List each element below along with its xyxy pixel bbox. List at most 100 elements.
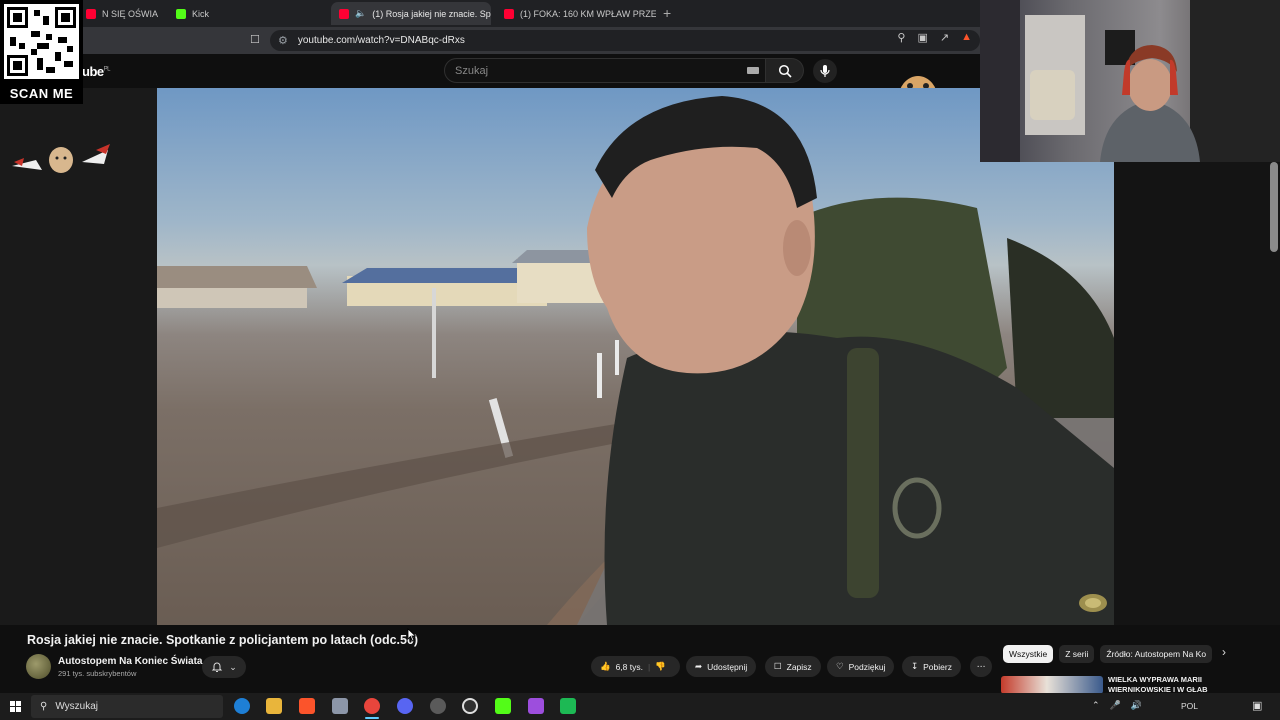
share-button[interactable]: ➦ Udostępnij (686, 656, 757, 677)
heart-dollar-icon: ♡ (836, 661, 844, 671)
active-app-indicator (365, 717, 379, 719)
kick-favicon-icon (176, 8, 186, 19)
tab-4-label: (1) FOKA: 160 KM WPŁAW PRZEZ BA (520, 8, 656, 19)
tab-4[interactable]: (1) FOKA: 160 KM WPŁAW PRZEZ BA (496, 2, 656, 25)
tab-1[interactable]: N SIĘ OŚWIADCZYŁ (78, 2, 158, 25)
webcam-frame (980, 0, 1280, 162)
url-text: youtube.com/watch?v=DNABqc-dRxs (297, 35, 465, 46)
tray-volume-icon[interactable]: 🔊 (1131, 700, 1142, 711)
channel-avatar[interactable] (26, 654, 51, 679)
chip-series[interactable]: Z serii (1059, 645, 1095, 663)
search-input[interactable]: Szukaj (444, 58, 766, 83)
download-button[interactable]: ↧ Pobierz (902, 656, 961, 677)
save-label: Zapisz (786, 661, 812, 672)
edge-icon[interactable] (234, 698, 250, 714)
youtube-favicon-icon (504, 8, 514, 19)
bookmark-icon[interactable]: ☐ (250, 33, 260, 46)
brave-shield-icon[interactable]: ▲ (961, 31, 972, 44)
search-placeholder: Szukaj (455, 64, 489, 77)
notifications-button[interactable]: ⌄ (202, 656, 246, 678)
cast-icon[interactable]: ▣ (917, 31, 927, 44)
url-field[interactable]: ⚙ youtube.com/watch?v=DNABqc-dRxs (270, 30, 980, 51)
obs-icon[interactable] (462, 698, 478, 714)
app-icon-10[interactable] (528, 698, 544, 714)
channel-name[interactable]: Autostopem Na Koniec Świata (58, 656, 202, 667)
zoom-icon[interactable]: ⚲ (897, 31, 905, 44)
share-label: Udostępnij (707, 661, 748, 672)
app-icon-4[interactable] (332, 698, 348, 714)
tab-3[interactable]: 🔈 (1) Rosja jakiej nie znacie. Spo ✕ (331, 2, 491, 25)
system-tray: ⌃ 🎤 🔊 (1092, 700, 1142, 711)
bookmark-save-icon: ☐ (774, 661, 782, 671)
channel-subscribers: 291 tys. subskrybentów (58, 669, 137, 678)
tray-mic-icon[interactable]: 🎤 (1110, 700, 1121, 711)
chevron-down-icon: ⌄ (229, 661, 237, 672)
chip-source[interactable]: Źródło: Autostopem Na Ko (1100, 645, 1213, 663)
microphone-icon (820, 65, 830, 77)
tab-2-label: Kick (192, 8, 210, 19)
tab-3-label: (1) Rosja jakiej nie znacie. Spo (372, 8, 491, 19)
new-tab-icon[interactable]: + (663, 5, 671, 21)
file-explorer-icon[interactable] (266, 698, 282, 714)
speaker-icon: 🔈 (355, 8, 367, 18)
download-icon: ↧ (911, 661, 919, 671)
kick-app-icon[interactable] (495, 698, 511, 714)
browser-toolbar: ⚲ ▣ ↗ ▲ (897, 31, 972, 44)
left-sidebar-background (0, 88, 157, 625)
like-button[interactable]: 👍 (600, 661, 611, 672)
discord-icon[interactable] (397, 698, 413, 714)
tray-chevron-up-icon[interactable]: ⌃ (1092, 700, 1100, 711)
right-sidebar-background (1114, 162, 1280, 625)
app-icon-11[interactable] (560, 698, 576, 714)
notifications-icon[interactable]: ▣ (1252, 699, 1262, 712)
youtube-favicon-icon (86, 8, 96, 19)
mouse-cursor-icon (407, 628, 417, 642)
download-label: Pobierz (923, 661, 952, 672)
share-arrow-icon: ➦ (695, 661, 703, 671)
search-icon (778, 64, 792, 78)
taskbar-search-placeholder: Wyszukaj (55, 701, 99, 712)
chrome-icon[interactable] (364, 698, 380, 714)
qr-code-icon (4, 4, 79, 79)
recommended-title-line-1: WIELKA WYPRAWA MARII (1108, 675, 1203, 684)
voice-search-button[interactable] (813, 59, 837, 83)
keyboard-language[interactable]: POL (1181, 701, 1198, 711)
video-frame (157, 96, 1114, 625)
page-scrollbar[interactable] (1270, 162, 1278, 252)
taskbar-search-input[interactable]: ⚲ Wyszukaj (31, 695, 223, 718)
more-actions-button[interactable]: ⋯ (970, 656, 992, 677)
dislike-button[interactable]: 👎 (655, 661, 666, 672)
share-icon[interactable]: ↗ (940, 31, 949, 44)
site-info-icon[interactable]: ⚙ (278, 34, 288, 47)
webcam-overlay (980, 0, 1280, 162)
recommendation-chips: Wszystkie Z serii Źródło: Autostopem Na … (1003, 645, 1213, 663)
qr-code-overlay: SCAN ME (0, 0, 83, 104)
brave-icon[interactable] (299, 698, 315, 714)
emote-decoration-icon (12, 144, 110, 173)
search-button[interactable] (766, 58, 804, 83)
video-title: Rosja jakiej nie znacie. Spotkanie z pol… (27, 633, 419, 647)
taskbar-search-icon: ⚲ (40, 701, 48, 712)
tab-1-label: N SIĘ OŚWIADCZYŁ (102, 8, 158, 19)
recommended-video-title[interactable]: WIELKA WYPRAWA MARII WIERNIKOWSKIE I W G… (1108, 675, 1208, 695)
like-dislike-group: 👍 6,8 tys. | 👎 (591, 656, 680, 677)
tab-2[interactable]: Kick (168, 2, 328, 25)
channel-watermark-icon[interactable] (1076, 591, 1110, 615)
youtube-header: ubePL Szukaj (0, 54, 980, 124)
windows-taskbar: ⚲ Wyszukaj ⌃ 🎤 🔊 POL ▣ (0, 693, 1280, 720)
youtube-logo-text: ube (82, 64, 104, 79)
chip-all[interactable]: Wszystkie (1003, 645, 1054, 663)
chevron-right-icon[interactable]: › (1222, 645, 1226, 659)
settings-gear-icon[interactable] (430, 698, 446, 714)
keyboard-icon[interactable] (747, 67, 759, 74)
video-player[interactable] (157, 88, 1114, 625)
youtube-logo[interactable]: ubePL (82, 64, 110, 79)
save-button[interactable]: ☐ Zapisz (765, 656, 821, 677)
like-count[interactable]: 6,8 tys. (616, 662, 643, 672)
windows-start-icon[interactable] (10, 701, 21, 712)
qr-label: SCAN ME (9, 86, 74, 101)
thanks-button[interactable]: ♡ Podziękuj (827, 656, 895, 677)
recommended-video-thumbnail[interactable] (1001, 676, 1103, 694)
bell-icon (212, 662, 223, 672)
like-divider: | (648, 661, 651, 672)
